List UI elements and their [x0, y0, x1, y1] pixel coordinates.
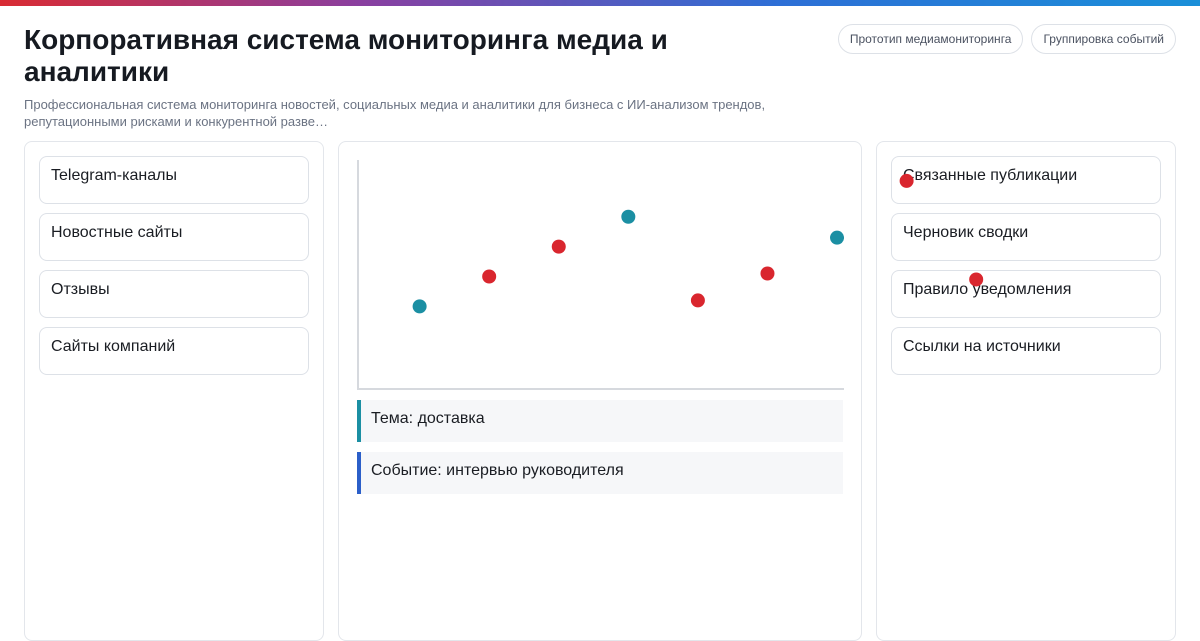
event-interview[interactable]: Событие: интервью руководителя [357, 452, 843, 494]
source-news-sites[interactable]: Новостные сайты [39, 213, 309, 261]
scatter-point-red-6[interactable] [760, 266, 775, 281]
page-title: Корпоративная система мониторинга медиа … [24, 24, 668, 87]
sources-panel: Telegram-каналы Новостные сайты Отзывы С… [24, 141, 324, 641]
prototype-pill[interactable]: Прототип медиамониторинга [837, 24, 1024, 54]
event-grouping-pill[interactable]: Группировка событий [1031, 24, 1176, 54]
page-subtitle: Профессиональная система мониторинга нов… [24, 97, 766, 129]
analytics-panel: Тема: доставка Событие: интервью руковод… [338, 141, 862, 641]
scatter-point-red-5[interactable] [690, 293, 705, 308]
scatter-point-teal-2[interactable] [830, 230, 844, 245]
source-reviews[interactable]: Отзывы [39, 270, 309, 318]
event-topic-delivery[interactable]: Тема: доставка [357, 400, 843, 442]
header-pills: Прототип медиамониторинга Группировка со… [837, 24, 1176, 54]
source-company-sites[interactable]: Сайты компаний [39, 327, 309, 375]
event-scatter-chart [357, 160, 844, 390]
action-related-posts[interactable]: Связанные публикации [891, 156, 1161, 204]
source-telegram[interactable]: Telegram-каналы [39, 156, 309, 204]
scatter-point-red-3[interactable] [482, 269, 497, 284]
scatter-point-red-4[interactable] [551, 239, 566, 254]
actions-panel: Связанные публикации Черновик сводки Пра… [876, 141, 1176, 641]
scatter-point-teal-1[interactable] [621, 209, 636, 224]
action-source-links[interactable]: Ссылки на источники [891, 327, 1161, 375]
action-alert-rule[interactable]: Правило уведомления [891, 270, 1161, 318]
scatter-point-teal-0[interactable] [412, 299, 427, 314]
action-summary-draft[interactable]: Черновик сводки [891, 213, 1161, 261]
accent-bar [0, 0, 1200, 6]
